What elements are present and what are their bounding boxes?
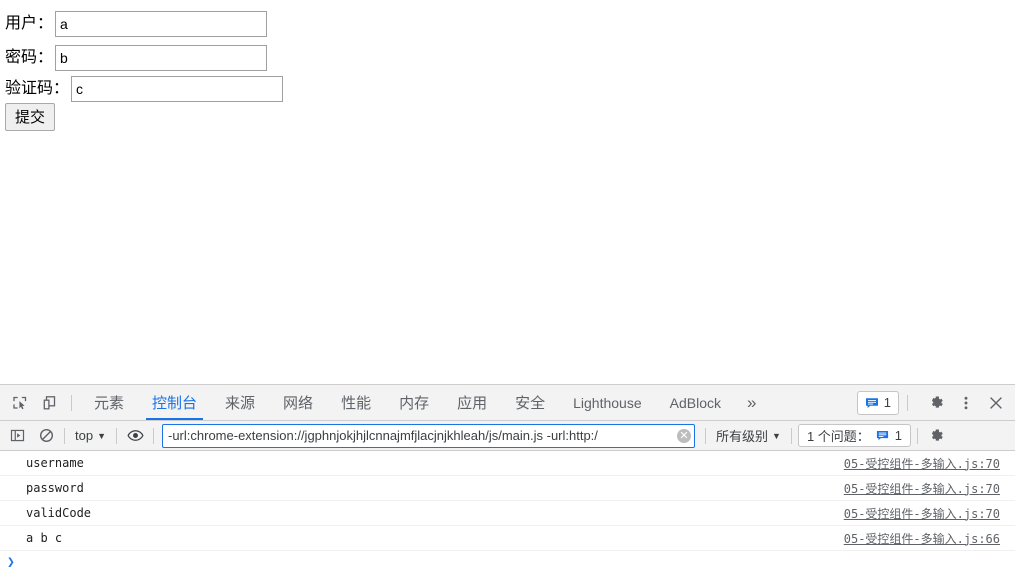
submit-button[interactable]: 提交 — [5, 103, 56, 131]
validcode-label: 验证码： — [5, 80, 70, 97]
toolbar-right-icons — [916, 390, 1015, 416]
console-row[interactable]: username 05-受控组件-多输入.js:70 — [0, 451, 1015, 476]
console-issues-badge[interactable]: 1 个问题： 1 — [797, 424, 912, 447]
device-toolbar-icon[interactable] — [37, 390, 63, 416]
form-row-password: 密码： — [5, 45, 268, 71]
tab-performance[interactable]: 性能 — [327, 385, 385, 420]
console-row[interactable]: validCode 05-受控组件-多输入.js:70 — [0, 501, 1015, 526]
validcode-input[interactable] — [71, 76, 284, 102]
console-source-link[interactable]: 05-受控组件-多输入.js:70 — [844, 480, 1000, 497]
execution-context-label: top — [75, 428, 94, 443]
console-issues-message-icon — [876, 429, 889, 442]
console-issues-count: 1 — [894, 428, 903, 443]
form-row-username: 用户： — [5, 11, 268, 37]
console-settings-gear-icon[interactable] — [924, 425, 948, 447]
console-bar-divider-1 — [64, 427, 65, 444]
devtools-toolbar: 元素 控制台 来源 网络 性能 内存 应用 安全 Lighthouse AdBl… — [0, 385, 1015, 421]
console-bar-divider-2 — [116, 427, 117, 444]
console-filter-input[interactable] — [162, 423, 695, 448]
more-tabs-icon[interactable]: » — [735, 385, 768, 420]
toolbar-divider-2 — [907, 394, 908, 411]
console-prompt-row[interactable]: ❯ — [0, 551, 1015, 572]
console-row[interactable]: a b c 05-受控组件-多输入.js:66 — [0, 526, 1015, 551]
console-issues-label: 1 个问题： — [806, 429, 870, 444]
tab-security[interactable]: 安全 — [501, 385, 559, 420]
console-prompt-input[interactable] — [15, 551, 1015, 572]
tab-console[interactable]: 控制台 — [138, 385, 211, 420]
console-source-link[interactable]: 05-受控组件-多输入.js:66 — [844, 530, 1000, 547]
prompt-chevron-icon: ❯ — [7, 554, 15, 570]
console-message-text: password — [26, 481, 84, 495]
toolbar-divider — [71, 394, 72, 411]
console-message-text: username — [26, 456, 84, 470]
chevron-down-icon: ▼ — [97, 430, 106, 441]
console-message-text: validCode — [26, 506, 92, 520]
console-filter-bar: top ▼ ✕ 所有级别 ▼ 1 个问 — [0, 421, 1015, 451]
execution-context-selector[interactable]: top ▼ — [71, 428, 110, 443]
tab-sources[interactable]: 来源 — [211, 385, 269, 420]
issues-badge[interactable]: 1 — [856, 390, 899, 415]
tab-elements[interactable]: 元素 — [80, 385, 138, 420]
password-label: 密码： — [5, 49, 54, 66]
console-source-link[interactable]: 05-受控组件-多输入.js:70 — [844, 455, 1000, 472]
tab-network[interactable]: 网络 — [269, 385, 327, 420]
console-bar-divider-5 — [790, 427, 792, 444]
tab-memory[interactable]: 内存 — [385, 385, 443, 420]
console-sidebar-icon[interactable] — [5, 425, 29, 447]
kebab-menu-icon[interactable] — [953, 390, 979, 416]
close-icon[interactable] — [983, 390, 1009, 416]
tab-adblock[interactable]: AdBlock — [656, 385, 735, 420]
console-message-list: username 05-受控组件-多输入.js:70 password 05-受… — [0, 451, 1015, 572]
clear-filter-icon[interactable]: ✕ — [677, 428, 691, 443]
username-label: 用户： — [5, 15, 54, 32]
console-message-text: a b c — [26, 531, 63, 545]
issues-message-icon — [865, 396, 879, 410]
devtools-tab-list: 元素 控制台 来源 网络 性能 内存 应用 安全 Lighthouse AdBl… — [80, 385, 768, 420]
username-input[interactable] — [55, 11, 268, 37]
devtools-panel: 元素 控制台 来源 网络 性能 内存 应用 安全 Lighthouse AdBl… — [0, 384, 1015, 572]
inspect-element-icon[interactable] — [7, 390, 33, 416]
console-bar-divider-3 — [153, 427, 154, 444]
live-expression-icon[interactable] — [123, 425, 147, 447]
console-row[interactable]: password 05-受控组件-多输入.js:70 — [0, 476, 1015, 501]
web-page-viewport: 用户： 密码： 验证码： 提交 — [0, 0, 1015, 384]
console-filter-field: ✕ — [162, 423, 695, 448]
console-bar-divider-4 — [705, 427, 706, 444]
console-source-link[interactable]: 05-受控组件-多输入.js:70 — [844, 505, 1000, 522]
clear-console-icon[interactable] — [34, 425, 58, 447]
log-level-selector[interactable]: 所有级别 ▼ — [712, 426, 785, 445]
log-level-label: 所有级别 — [716, 429, 769, 444]
browser-window: 用户： 密码： 验证码： 提交 — [0, 0, 1015, 572]
password-input[interactable] — [55, 45, 268, 71]
tab-lighthouse[interactable]: Lighthouse — [559, 385, 656, 420]
tab-application[interactable]: 应用 — [443, 385, 501, 420]
form-row-validcode: 验证码： — [5, 76, 284, 102]
issues-count: 1 — [883, 395, 891, 410]
chevron-down-icon-level: ▼ — [772, 430, 781, 441]
console-bar-divider-6 — [917, 427, 919, 444]
gear-icon[interactable] — [923, 390, 949, 416]
